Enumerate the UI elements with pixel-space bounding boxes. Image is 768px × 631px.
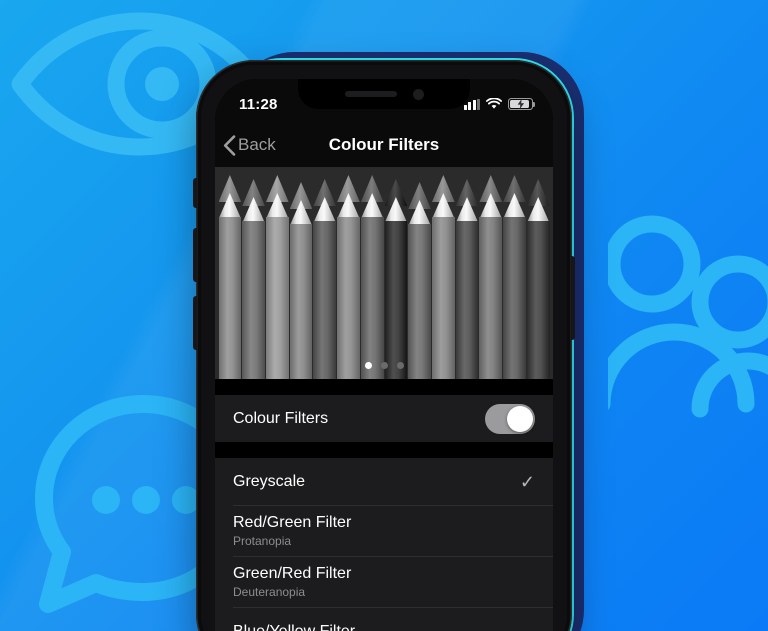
filter-options-list: Greyscale ✓ Red/Green Filter Protanopia Gree… xyxy=(215,458,553,631)
pencil xyxy=(431,167,455,379)
pencil xyxy=(313,171,337,379)
phone-device: 11:28 Back Colour Filters Colour Filters… xyxy=(193,60,575,631)
pencil-body xyxy=(265,217,289,379)
pencil-body xyxy=(526,221,550,379)
pencil-body xyxy=(313,221,337,379)
pencil xyxy=(408,174,431,379)
row-text: Green/Red Filter Deuteranopia xyxy=(233,557,535,607)
pencil xyxy=(479,167,503,379)
page-indicator[interactable] xyxy=(215,362,553,369)
colour-filters-toggle-row[interactable]: Colour Filters xyxy=(215,395,553,442)
row-text: Red/Green Filter Protanopia xyxy=(233,506,535,556)
pencil-body xyxy=(455,221,479,379)
earpiece-speaker-icon xyxy=(344,91,397,97)
filter-option-row[interactable]: Greyscale ✓ xyxy=(215,458,553,505)
filter-option-title: Red/Green Filter xyxy=(233,514,352,531)
pencil xyxy=(289,174,313,379)
colour-filters-toggle-card: Colour Filters xyxy=(215,395,553,442)
pencil-body xyxy=(431,217,455,379)
status-bar-time: 11:28 xyxy=(239,95,278,113)
back-button[interactable]: Back xyxy=(215,134,276,156)
status-bar-indicators xyxy=(463,98,536,110)
front-camera-icon xyxy=(412,88,424,100)
volume-down-button[interactable] xyxy=(193,296,197,350)
pencil xyxy=(337,167,360,379)
pencil-body xyxy=(289,224,313,379)
power-button[interactable] xyxy=(571,256,575,340)
filter-option-row[interactable]: Red/Green Filter Protanopia xyxy=(215,506,553,556)
pencil-body xyxy=(337,217,360,379)
volume-up-button[interactable] xyxy=(193,228,197,282)
checkmark-icon: ✓ xyxy=(519,471,535,492)
switch-knob xyxy=(507,405,533,432)
pencils-image xyxy=(215,167,553,379)
pencil-body xyxy=(479,217,503,379)
settings-content: Colour Filters Greyscale ✓ Red/Green Filte… xyxy=(215,167,553,631)
filter-option-subtitle: Protanopia xyxy=(233,534,292,548)
pencil xyxy=(526,171,550,379)
pencil-body xyxy=(360,217,384,379)
mute-switch-button[interactable] xyxy=(193,178,197,208)
pencils-preview-card[interactable] xyxy=(215,167,553,379)
colour-filters-switch[interactable] xyxy=(485,403,535,434)
pencil-body xyxy=(384,221,408,379)
colour-filters-toggle-label: Colour Filters xyxy=(233,409,329,427)
page-dot[interactable] xyxy=(396,362,404,369)
filter-option-title: Greyscale xyxy=(233,472,306,490)
page-dot[interactable] xyxy=(364,362,372,369)
row-text: Blue/Yellow Filter xyxy=(233,615,535,631)
pencil xyxy=(455,171,479,379)
wifi-icon xyxy=(486,98,502,110)
phone-screen: 11:28 Back Colour Filters Colour Filters… xyxy=(215,79,553,631)
navigation-bar: Back Colour Filters xyxy=(215,123,553,167)
dynamic-island-notch xyxy=(298,79,470,109)
row-text: Colour Filters xyxy=(233,402,485,436)
page-dot[interactable] xyxy=(380,362,388,369)
row-text: Greyscale xyxy=(233,465,520,499)
pencil xyxy=(242,171,265,379)
chevron-left-icon xyxy=(223,134,236,156)
filter-option-row[interactable]: Blue/Yellow Filter xyxy=(215,608,553,631)
filter-option-subtitle: Deuteranopia xyxy=(233,585,306,599)
pencil-body xyxy=(218,217,242,379)
back-button-label: Back xyxy=(238,135,276,154)
pencil xyxy=(384,171,408,379)
pencil xyxy=(265,167,289,379)
pencil-body xyxy=(503,217,526,379)
people-icon xyxy=(608,215,768,418)
pencil xyxy=(360,167,384,379)
spacer-2 xyxy=(215,442,553,458)
pencil-body xyxy=(242,221,265,379)
pencil-body xyxy=(408,224,431,379)
screenshot-canvas: 11:28 Back Colour Filters Colour Filters… xyxy=(0,0,768,631)
spacer xyxy=(215,379,553,395)
filter-option-row[interactable]: Green/Red Filter Deuteranopia xyxy=(215,557,553,607)
pencil xyxy=(218,167,242,379)
filter-option-title: Green/Red Filter xyxy=(233,565,352,582)
battery-charging-icon xyxy=(508,98,536,110)
pencil xyxy=(503,167,526,379)
filter-option-title: Blue/Yellow Filter xyxy=(233,622,356,631)
